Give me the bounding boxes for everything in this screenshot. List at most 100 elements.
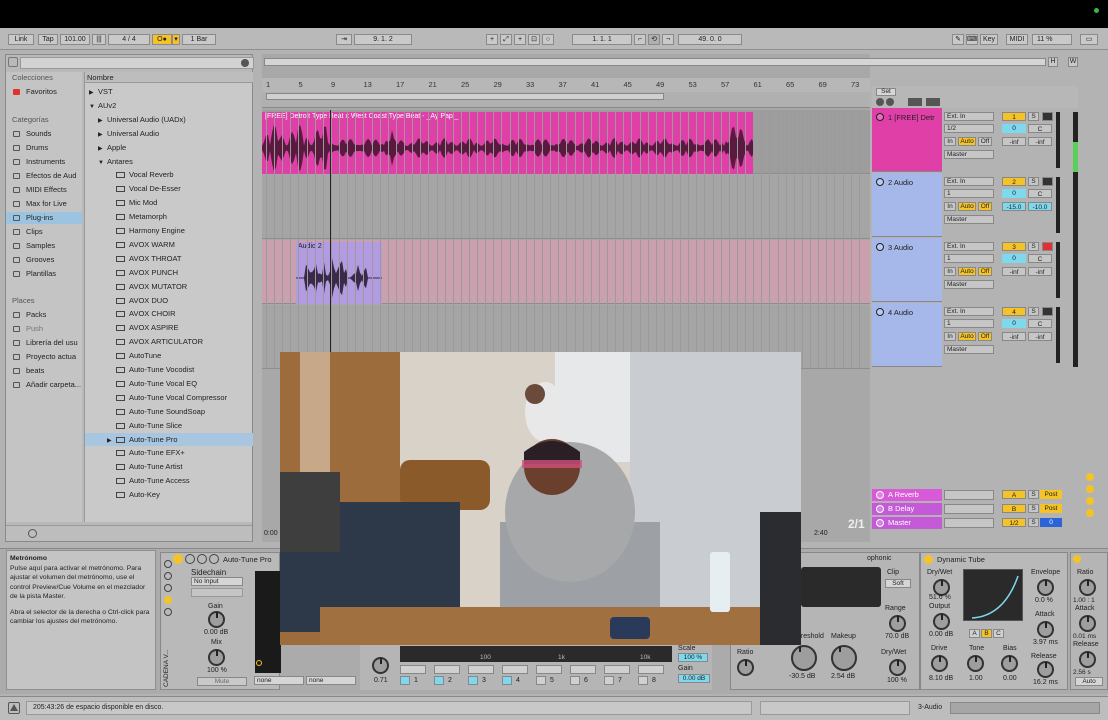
soft-clip-button[interactable]: Soft xyxy=(885,579,911,588)
device-overview[interactable] xyxy=(950,702,1100,714)
sends-icon[interactable] xyxy=(1086,485,1094,493)
device-fold-icon[interactable] xyxy=(185,554,195,564)
search-input[interactable] xyxy=(20,57,254,69)
sidebar-item-favorites[interactable]: Favoritos xyxy=(6,86,82,98)
zoom-icon[interactable] xyxy=(908,98,922,106)
tube-type-c-button[interactable]: C xyxy=(993,629,1004,638)
sidebar-item-plug-ins[interactable]: Plug-ins xyxy=(6,212,82,224)
input-type-select[interactable]: Ext. In xyxy=(944,242,994,251)
list-item[interactable]: AVOX ARTICULATOR xyxy=(85,335,253,348)
list-item[interactable]: AVOX THROAT xyxy=(85,252,253,265)
wrench-icon[interactable] xyxy=(197,554,207,564)
device-on-icon[interactable] xyxy=(173,554,183,564)
eq-band-type-select[interactable] xyxy=(604,665,630,674)
track-activator[interactable]: 2 xyxy=(1002,177,1026,186)
routing-select-2[interactable]: none xyxy=(306,676,356,685)
send-a-field[interactable]: -15.0 xyxy=(1002,202,1026,211)
chevron-right-icon[interactable]: ▶ xyxy=(98,115,107,126)
monitor-auto-button[interactable]: Auto xyxy=(958,137,976,146)
solo-button[interactable]: S xyxy=(1028,242,1039,251)
send-b-field[interactable]: -inf xyxy=(1028,137,1052,146)
monitor-in-button[interactable]: In xyxy=(944,137,956,146)
set-button[interactable]: Set xyxy=(876,88,896,96)
forward-icon[interactable] xyxy=(886,98,894,106)
lock-icon[interactable] xyxy=(926,98,940,106)
list-item[interactable]: ▶ Universal Audio (UADx) xyxy=(85,113,253,126)
list-item[interactable]: Auto-Tune EFX+ xyxy=(85,446,253,459)
key-map-button[interactable]: Key xyxy=(980,34,998,45)
sidebar-item-grooves[interactable]: Grooves xyxy=(6,254,82,266)
capture-icon[interactable]: ⊡ xyxy=(528,34,540,45)
track-fold-icon[interactable] xyxy=(876,308,884,316)
plugin-edit-icon[interactable] xyxy=(209,554,219,564)
arrangement-w-button[interactable]: W xyxy=(1068,57,1078,67)
list-item[interactable]: AVOX MUTATOR xyxy=(85,280,253,293)
chevron-down-icon[interactable]: ▼ xyxy=(89,101,98,112)
output-select[interactable]: Master xyxy=(944,150,994,159)
metronome-menu-icon[interactable]: ▾ xyxy=(172,34,180,45)
chevron-right-icon[interactable]: ▶ xyxy=(89,87,98,98)
threshold-knob[interactable] xyxy=(791,645,817,671)
pan-field[interactable]: C xyxy=(1028,189,1052,198)
solo-button[interactable]: S xyxy=(1028,307,1039,316)
eq-band-toggle[interactable] xyxy=(502,676,512,685)
list-item[interactable]: Vocal Reverb xyxy=(85,168,253,181)
list-item[interactable]: ▶ VST xyxy=(85,85,253,98)
list-item[interactable]: Auto-Tune Vocodist xyxy=(85,363,253,376)
nudge-icon[interactable]: ||| xyxy=(92,34,106,45)
time-signature-field[interactable]: 4 / 4 xyxy=(108,34,150,45)
browser-toggle-icon[interactable] xyxy=(8,57,18,67)
volume-field[interactable]: 0 xyxy=(1002,319,1026,328)
eq-band-type-select[interactable] xyxy=(468,665,494,674)
sidebar-item-push[interactable]: Push xyxy=(6,323,82,335)
post-button[interactable]: Post xyxy=(1040,490,1062,499)
input-channel-select[interactable]: 1 xyxy=(944,189,994,198)
quantize-menu[interactable]: 1 Bar xyxy=(182,34,216,45)
monitor-auto-button[interactable]: Auto xyxy=(958,267,976,276)
attack-knob[interactable] xyxy=(1079,615,1096,632)
track-fold-icon[interactable] xyxy=(876,113,884,121)
chevron-right-icon[interactable]: ▶ xyxy=(107,435,116,446)
arm-button[interactable] xyxy=(1042,177,1053,186)
mixer-icon[interactable] xyxy=(1086,509,1094,517)
sidebar-item-audio-effects[interactable]: Efectos de Aud xyxy=(6,170,82,182)
eq-band-type-select[interactable] xyxy=(638,665,664,674)
auto-release-button[interactable]: Auto xyxy=(1075,677,1103,686)
tap-tempo-button[interactable]: Tap xyxy=(38,34,58,45)
list-item[interactable]: Auto-Tune Vocal Compressor xyxy=(85,391,253,404)
sidebar-item-max-for-live[interactable]: Max for Live xyxy=(6,198,82,210)
sidebar-item-beats[interactable]: beats xyxy=(6,365,82,377)
input-channel-select[interactable]: 1 xyxy=(944,254,994,263)
loop-bar[interactable] xyxy=(262,92,870,108)
track-header-1[interactable]: 1 [FREE] Detr xyxy=(872,108,942,172)
eq-band-type-select[interactable] xyxy=(570,665,596,674)
tube-type-b-button[interactable]: B xyxy=(981,629,992,638)
list-item[interactable]: Mic Mod xyxy=(85,196,253,209)
sidebar-item-add-folder[interactable]: Añadir carpeta... xyxy=(6,379,82,391)
monitor-auto-button[interactable]: Auto xyxy=(958,202,976,211)
eq-gain-field[interactable]: 0.00 dB xyxy=(678,674,710,683)
list-item[interactable]: AVOX ASPIRE xyxy=(85,321,253,334)
device-on-icon[interactable] xyxy=(924,555,933,564)
eq-adapt-knob[interactable] xyxy=(372,657,389,674)
eq-display[interactable]: 100 1k 10k xyxy=(400,646,672,662)
list-item[interactable]: Auto-Tune Artist xyxy=(85,460,253,473)
send-b-field[interactable]: -10.0 xyxy=(1028,202,1052,211)
send-a-field[interactable]: -inf xyxy=(1002,267,1026,276)
list-item[interactable]: AVOX PUNCH xyxy=(85,266,253,279)
list-item[interactable]: Metamorph xyxy=(85,210,253,223)
arrangement-h-button[interactable]: H xyxy=(1048,57,1058,67)
monitor-off-button[interactable]: Off xyxy=(978,202,992,211)
monitor-off-button[interactable]: Off xyxy=(978,267,992,276)
solo-button[interactable]: S xyxy=(1028,504,1039,513)
list-item[interactable]: Auto-Tune Vocal EQ xyxy=(85,377,253,390)
devices-icon[interactable] xyxy=(164,608,172,616)
arm-button[interactable] xyxy=(1042,242,1053,251)
output-select[interactable]: Master xyxy=(944,280,994,289)
io-icon[interactable] xyxy=(1086,473,1094,481)
chevron-right-icon[interactable]: ▶ xyxy=(98,143,107,154)
chevron-down-icon[interactable]: ▼ xyxy=(98,157,107,168)
automation-arm-icon[interactable]: ⤢ xyxy=(500,34,512,45)
pan-field[interactable]: C xyxy=(1028,254,1052,263)
drive-knob[interactable] xyxy=(931,655,948,672)
